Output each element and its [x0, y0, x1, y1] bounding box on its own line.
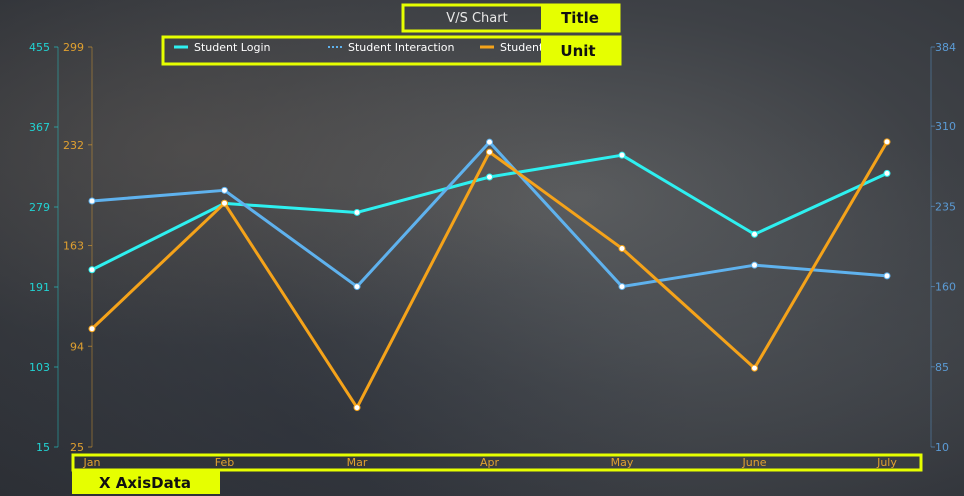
y-right-tick-label: 235	[935, 200, 956, 213]
data-point[interactable]	[353, 283, 361, 291]
y-left-outer-tick-label: 191	[29, 281, 50, 294]
unit-annotation-label: Unit	[560, 42, 595, 60]
legend-item-label[interactable]: Student Login	[194, 41, 271, 54]
data-point[interactable]	[883, 169, 891, 177]
chart-title: V/S Chart	[446, 11, 507, 26]
y-left-outer-tick-label: 367	[29, 121, 50, 134]
y-left-inner-tick-label: 232	[63, 139, 84, 152]
title-annotation-label: Title	[561, 9, 599, 27]
data-point[interactable]	[618, 244, 626, 252]
series-line	[90, 141, 889, 410]
data-point[interactable]	[88, 325, 96, 333]
data-point[interactable]	[221, 186, 228, 194]
data-point[interactable]	[883, 138, 891, 146]
data-point[interactable]	[353, 404, 361, 412]
annotation-overlays: Title Unit X AxisData	[71, 3, 923, 494]
x-tick-label: Apr	[480, 456, 500, 469]
series-layer	[88, 138, 891, 412]
data-point[interactable]	[486, 148, 493, 156]
y-right-tick-label: 310	[935, 120, 956, 133]
data-point[interactable]	[751, 261, 758, 269]
data-point[interactable]	[618, 151, 626, 159]
y-left-inner-tick-label: 25	[70, 441, 84, 454]
x-tick-label: July	[876, 456, 897, 469]
y-left-outer-tick-label: 455	[29, 41, 50, 54]
series-student-login	[88, 151, 891, 274]
data-point[interactable]	[221, 199, 228, 207]
line-chart: 15 103 191 279 367 455 25 94 163 232 299 10 85 160 235…	[29, 3, 956, 494]
y-right-tick-label: 160	[935, 281, 956, 294]
series-line	[91, 153, 888, 272]
chart-legend: Student Login Student Interaction Student	[174, 41, 544, 54]
y-left-outer-tick-label: 15	[36, 441, 50, 454]
legend-item-label[interactable]: Student Interaction	[348, 41, 455, 54]
y-right-tick-label: 85	[935, 361, 949, 374]
data-point[interactable]	[353, 208, 361, 216]
data-point[interactable]	[88, 197, 96, 205]
y-left-inner-tick-label: 163	[63, 240, 84, 253]
legend-item-label[interactable]: Student	[500, 41, 544, 54]
y-left-inner-tick-label: 299	[63, 41, 84, 54]
data-point[interactable]	[88, 266, 96, 274]
y-left-outer-tick-label: 103	[29, 361, 50, 374]
series-student-interaction	[88, 138, 891, 291]
x-tick-label: May	[611, 456, 634, 469]
y-right-tick-label: 384	[935, 41, 956, 54]
data-point[interactable]	[618, 283, 626, 291]
data-point[interactable]	[751, 230, 758, 238]
y-left-outer-tick-label: 279	[29, 201, 50, 214]
y-right-tick-label: 10	[935, 441, 949, 454]
data-point[interactable]	[751, 364, 758, 372]
x-tick-label: Mar	[347, 456, 368, 469]
data-point[interactable]	[486, 138, 493, 146]
x-tick-label: Feb	[215, 456, 234, 469]
x-tick-label: Jan	[83, 456, 101, 469]
x-tick-label: June	[742, 456, 767, 469]
data-point[interactable]	[486, 173, 493, 181]
data-point[interactable]	[883, 272, 891, 280]
xaxis-annotation-label: X AxisData	[99, 474, 191, 492]
y-left-inner-tick-label: 94	[70, 340, 84, 353]
